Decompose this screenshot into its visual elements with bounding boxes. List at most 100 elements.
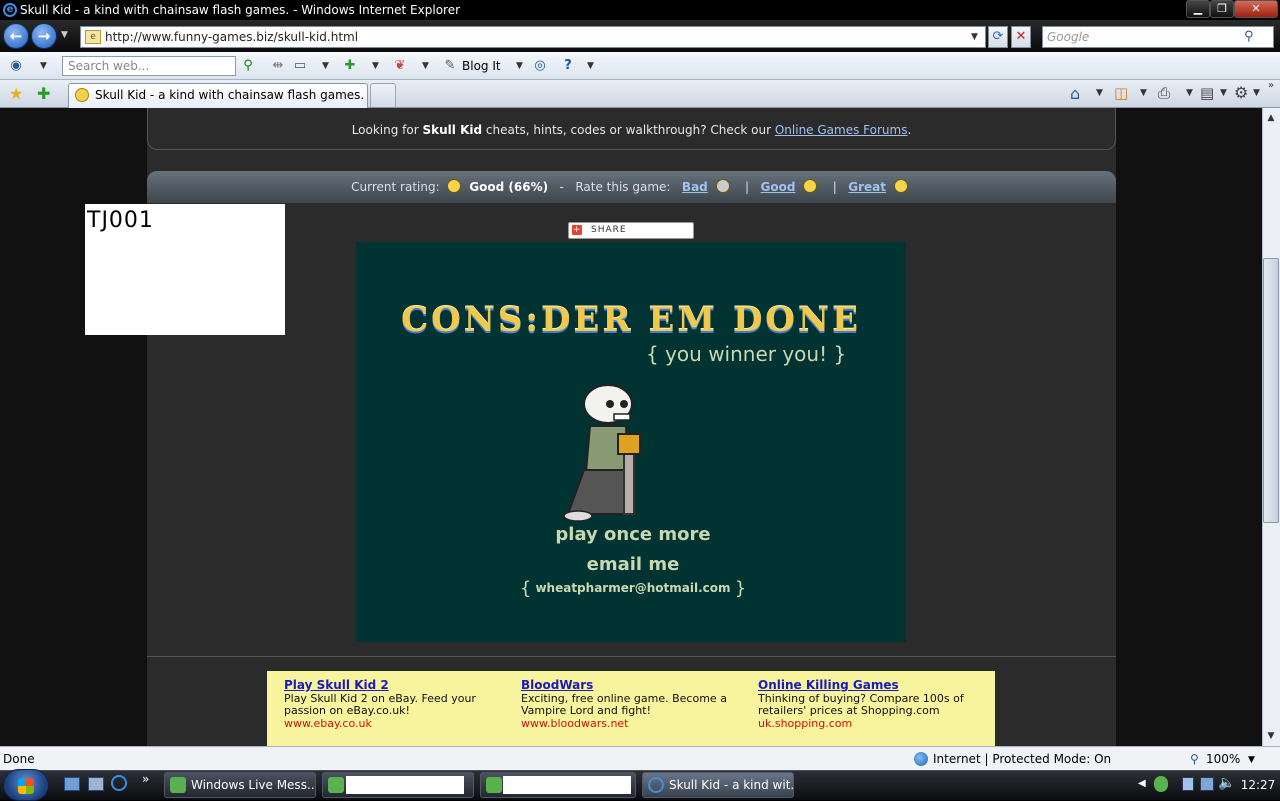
ad-headline[interactable]: Online Killing Games xyxy=(758,679,983,691)
online-games-forums-link[interactable]: Online Games Forums xyxy=(775,123,908,137)
search-icon[interactable]: ⚲ xyxy=(1244,29,1254,44)
help-dropdown-icon[interactable]: ▼ xyxy=(587,61,594,71)
rate-good-link[interactable]: Good xyxy=(761,180,796,194)
thumbs-down-icon[interactable] xyxy=(715,179,730,193)
new-tab-button[interactable] xyxy=(370,83,396,107)
feeds-icon[interactable]: ◫ xyxy=(1114,84,1128,102)
back-button[interactable]: ← xyxy=(3,23,29,49)
taskbar-item-messenger[interactable]: Windows Live Mess... xyxy=(164,772,316,798)
two-thumbs-up-icon[interactable] xyxy=(893,179,908,193)
minimize-button[interactable]: ▁ xyxy=(1186,0,1210,18)
home-dropdown-icon[interactable]: ▼ xyxy=(1096,88,1103,98)
ad-headline[interactable]: Play Skull Kid 2 xyxy=(284,679,502,691)
zoom-dropdown-icon[interactable]: ▼ xyxy=(1248,748,1255,772)
ad-url[interactable]: uk.shopping.com xyxy=(758,718,983,730)
volume-icon[interactable]: 🔈 xyxy=(1218,775,1235,791)
taskbar-clock[interactable]: 12:27 xyxy=(1236,770,1280,800)
toolbar-overflow-icon[interactable]: » xyxy=(1268,80,1274,91)
address-dropdown-icon[interactable]: ▼ xyxy=(971,27,978,47)
refresh-button[interactable]: ⟳ xyxy=(988,26,1008,48)
messenger-icon[interactable]: ◎ xyxy=(532,58,548,74)
flash-game-area[interactable]: CONS:DER EM DONE { you winner you! } pla… xyxy=(356,242,906,642)
rating-separator: | xyxy=(832,180,837,194)
quicklaunch-overflow-icon[interactable]: » xyxy=(142,772,149,786)
tray-messenger-icon[interactable] xyxy=(1154,776,1168,792)
tab-active[interactable]: Skull Kid - a kind with chainsaw flash g… xyxy=(68,83,368,108)
feeds-dropdown-icon[interactable]: ▼ xyxy=(1140,88,1147,98)
ad-item[interactable]: Play Skull Kid 2 Play Skull Kid 2 on eBa… xyxy=(284,679,502,730)
start-button[interactable] xyxy=(3,769,49,801)
ad-item[interactable]: BloodWars Exciting, free online game. Be… xyxy=(521,679,739,730)
security-zone[interactable]: Internet | Protected Mode: On xyxy=(933,747,1111,771)
redacted-label-box xyxy=(346,776,464,794)
address-bar[interactable]: e http://www.funny-games.biz/skull-kid.h… xyxy=(80,26,986,48)
recent-pages-dropdown-icon[interactable]: ▼ xyxy=(61,30,68,40)
butterfly-icon[interactable]: ❦ xyxy=(392,58,408,74)
add-favorite-icon[interactable]: ✚ xyxy=(37,84,50,103)
add-dropdown-icon[interactable]: ▼ xyxy=(372,61,379,71)
google-search-input[interactable]: Google xyxy=(1042,26,1274,48)
home-icon[interactable]: ⌂ xyxy=(1070,84,1080,103)
yahoo-icon[interactable]: ◉ xyxy=(8,58,24,74)
ie-quicklaunch-icon[interactable] xyxy=(111,775,127,791)
share-button[interactable]: + SHARE xyxy=(568,222,694,239)
forward-button[interactable]: → xyxy=(31,23,57,49)
messenger-buddy-icon xyxy=(170,777,186,793)
zoom-level[interactable]: 100% xyxy=(1206,747,1240,771)
print-icon[interactable]: ⎙ xyxy=(1158,84,1170,102)
close-window-button[interactable]: ✕ xyxy=(1234,0,1278,18)
address-url: http://www.funny-games.biz/skull-kid.htm… xyxy=(105,30,359,44)
ad-item[interactable]: Online Killing Games Thinking of buying?… xyxy=(758,679,983,730)
thumbs-up-icon[interactable] xyxy=(803,179,818,193)
print-dropdown-icon[interactable]: ▼ xyxy=(1186,88,1193,98)
butterfly-dropdown-icon[interactable]: ▼ xyxy=(422,61,429,71)
scroll-down-icon[interactable]: ▼ xyxy=(1263,728,1279,744)
blog-it-button[interactable]: Blog It xyxy=(462,58,501,74)
maximize-button[interactable]: ❐ xyxy=(1210,0,1234,18)
page-dropdown-icon[interactable]: ▼ xyxy=(1220,88,1227,98)
tray-device-icon[interactable] xyxy=(1182,777,1194,791)
game-email-address: { wheatpharmer@hotmail.com } xyxy=(356,578,910,599)
ad-body: Play Skull Kid 2 on eBay. Feed your pass… xyxy=(284,692,476,717)
ad-headline[interactable]: BloodWars xyxy=(521,679,739,691)
search-go-icon[interactable]: ⚲ xyxy=(240,58,256,74)
play-once-more-button[interactable]: play once more xyxy=(356,524,910,545)
rate-great-link[interactable]: Great xyxy=(848,180,886,194)
tab-favicon-icon xyxy=(75,88,89,102)
skull-kid-illustration xyxy=(563,384,641,522)
email-text: wheatpharmer@hotmail.com xyxy=(535,581,731,595)
switch-windows-icon[interactable] xyxy=(88,777,104,791)
taskbar-item-ie[interactable]: Skull Kid - a kind wit... xyxy=(642,772,794,798)
window-icon[interactable]: ▭ xyxy=(292,58,308,74)
scroll-up-icon[interactable]: ▲ xyxy=(1263,110,1279,126)
rate-bad-link[interactable]: Bad xyxy=(682,180,708,194)
rate-this-label: Rate this game: xyxy=(575,180,671,194)
brace-close: } xyxy=(734,578,747,599)
window-titlebar: e Skull Kid - a kind with chainsaw flash… xyxy=(0,0,1280,20)
web-search-input[interactable]: Search web... xyxy=(62,56,236,76)
page-menu-icon[interactable]: ▤ xyxy=(1200,84,1214,102)
network-icon[interactable] xyxy=(1200,777,1214,791)
show-desktop-icon[interactable] xyxy=(64,777,80,791)
window-dropdown-icon[interactable]: ▼ xyxy=(322,61,329,71)
status-bar: Done Internet | Protected Mode: On ⚲ 100… xyxy=(0,746,1280,770)
email-me-button[interactable]: email me xyxy=(356,554,910,575)
rating-value: Good (66%) xyxy=(469,180,549,194)
help-icon[interactable]: ? xyxy=(560,58,576,74)
stop-button[interactable]: ✕ xyxy=(1011,26,1031,48)
windows-logo-icon xyxy=(18,778,34,794)
add-icon[interactable]: ✚ xyxy=(342,58,358,74)
share-plus-icon: + xyxy=(572,225,582,235)
resize-handle-icon[interactable]: ⇹ xyxy=(270,58,286,74)
tray-expand-icon[interactable]: ◀ xyxy=(1138,778,1146,789)
favorites-star-icon[interactable]: ★ xyxy=(9,84,23,103)
blog-icon[interactable]: ✎ xyxy=(442,58,458,74)
ad-url[interactable]: www.ebay.co.uk xyxy=(284,718,502,730)
ad-url[interactable]: www.bloodwars.net xyxy=(521,718,739,730)
blog-dropdown-icon[interactable]: ▼ xyxy=(516,61,523,71)
scrollbar-thumb[interactable] xyxy=(1263,258,1279,523)
tools-dropdown-icon[interactable]: ▼ xyxy=(1253,88,1260,98)
zoom-icon[interactable]: ⚲ xyxy=(1190,747,1199,771)
tools-gear-icon[interactable]: ⚙ xyxy=(1234,83,1248,102)
toolbar-menu-dropdown-icon[interactable]: ▼ xyxy=(40,61,47,71)
